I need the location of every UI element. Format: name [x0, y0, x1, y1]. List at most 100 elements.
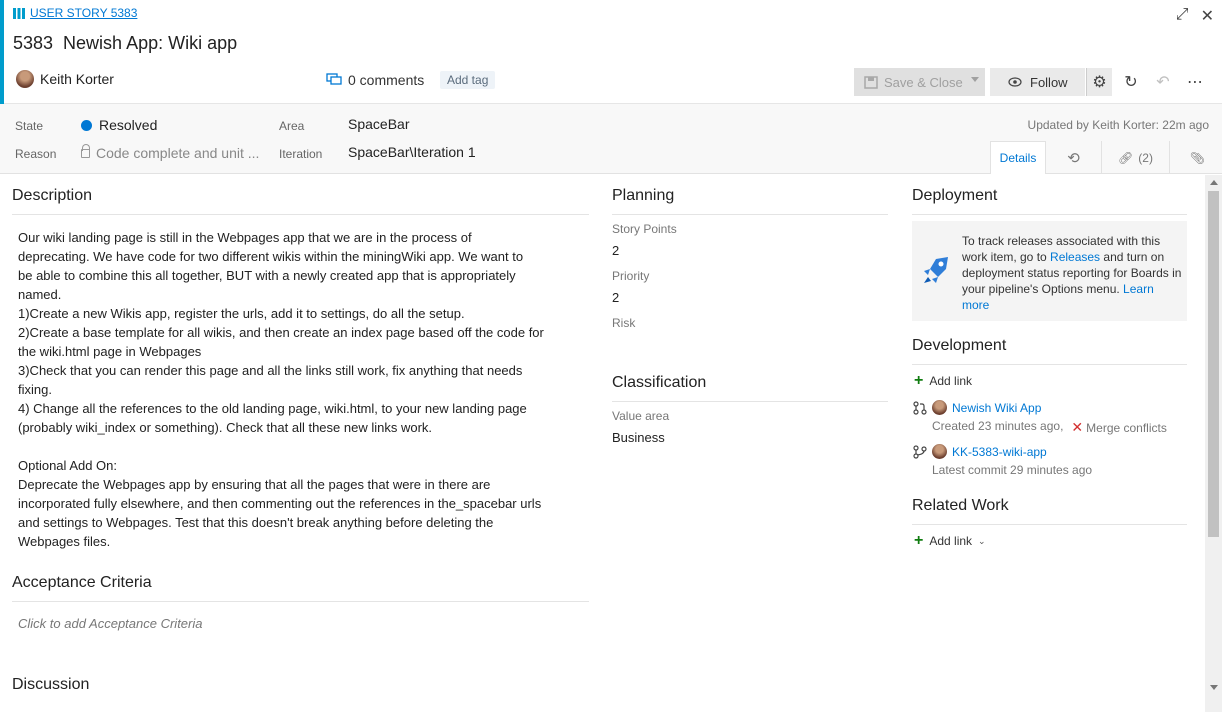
scrollbar-thumb[interactable] — [1208, 191, 1219, 537]
description-line: Webpages files. — [18, 534, 111, 549]
links-count: (2) — [1138, 150, 1153, 165]
chevron-down-icon[interactable] — [971, 77, 979, 82]
pull-request-link[interactable]: Newish Wiki App — [952, 401, 1041, 415]
description-field[interactable]: Our wiki landing page is still in the We… — [18, 228, 584, 551]
related-add-link-button[interactable]: + Add link ⌄ — [914, 532, 986, 549]
reason-value: Code complete and unit ... — [96, 145, 260, 161]
story-points-label: Story Points — [612, 222, 677, 236]
scroll-up-arrow-icon[interactable] — [1210, 180, 1218, 185]
description-line: and settings to Webpages. Test that this… — [18, 515, 494, 530]
description-line: be able to combine this all together, BU… — [18, 268, 516, 283]
deployment-text: To track releases associated with this w… — [962, 233, 1182, 313]
avatar — [932, 400, 947, 415]
priority-field[interactable]: 2 — [612, 290, 619, 305]
error-x-icon: ✕ — [1071, 419, 1084, 435]
work-item-title-text[interactable]: Newish App: Wiki app — [63, 33, 237, 54]
ellipsis-icon: ⋯ — [1187, 74, 1203, 91]
eye-icon — [1008, 77, 1022, 87]
close-icon[interactable]: ✕ — [1201, 6, 1214, 26]
comments-count: 0 comments — [348, 72, 425, 88]
deployment-header[interactable]: Deployment — [912, 187, 1187, 215]
vertical-scrollbar[interactable] — [1205, 175, 1222, 712]
link-icon: 🔗︎ — [1118, 150, 1134, 165]
updated-by-text[interactable]: Updated by Keith Korter: 22m ago — [1028, 118, 1209, 132]
area-field[interactable]: SpaceBar — [348, 116, 409, 132]
pull-request-meta: Created 23 minutes ago, — [932, 419, 1064, 433]
description-header[interactable]: Description — [12, 187, 589, 215]
value-area-field[interactable]: Business — [612, 430, 665, 445]
area-label: Area — [279, 119, 305, 133]
work-item-type-color-bar — [0, 0, 4, 104]
refresh-icon: ↻ — [1124, 74, 1138, 91]
add-tag-button[interactable]: Add tag — [440, 71, 496, 89]
priority-label: Priority — [612, 269, 650, 283]
description-line: named. — [18, 287, 62, 302]
save-close-button[interactable]: Save & Close — [854, 68, 985, 96]
development-add-link-button[interactable]: + Add link — [914, 373, 972, 389]
avatar — [16, 70, 34, 88]
undo-button[interactable]: ↶ — [1150, 68, 1176, 96]
merge-status: ✕ Merge conflicts — [1071, 419, 1166, 436]
tab-details[interactable]: Details — [990, 141, 1046, 174]
description-line: Our wiki landing page is still in the We… — [18, 230, 472, 245]
planning-header[interactable]: Planning — [612, 187, 888, 215]
description-line: (probably wiki_index or something). Chec… — [18, 420, 433, 435]
work-item-type-label[interactable]: USER STORY 5383 — [30, 6, 137, 20]
work-item-type-link[interactable]: USER STORY 5383 — [13, 6, 137, 20]
reason-field: Code complete and unit ... — [81, 144, 260, 161]
lock-icon — [81, 144, 90, 158]
story-points-field[interactable]: 2 — [612, 243, 619, 258]
settings-button[interactable]: ⚙ — [1086, 68, 1112, 96]
branch-icon — [913, 444, 927, 459]
assignee-name: Keith Korter — [40, 71, 114, 87]
discussion-header[interactable]: Discussion — [12, 676, 589, 703]
iteration-label: Iteration — [279, 147, 323, 161]
refresh-button[interactable]: ↻ — [1118, 68, 1144, 96]
related-work-header[interactable]: Related Work — [912, 497, 1187, 525]
book-icon — [13, 7, 25, 19]
chevron-down-icon: ⌄ — [978, 535, 986, 546]
avatar — [932, 444, 947, 459]
tab-attachments[interactable]: 📎︎ — [1170, 141, 1222, 174]
expand-icon[interactable]: ⤢ — [1176, 6, 1189, 26]
more-actions-button[interactable]: ⋯ — [1182, 68, 1208, 96]
description-line — [18, 437, 584, 456]
branch-link[interactable]: KK-5383-wiki-app — [952, 445, 1047, 459]
rocket-icon — [924, 257, 948, 283]
save-close-label: Save & Close — [884, 74, 963, 90]
description-line: fixing. — [18, 382, 52, 397]
pull-request-icon — [913, 400, 927, 415]
work-item-title[interactable]: 5383 Newish App: Wiki app — [13, 33, 237, 54]
scroll-down-arrow-icon[interactable] — [1210, 685, 1218, 690]
gear-icon: ⚙ — [1092, 74, 1107, 91]
tab-bar: Details ⟲ 🔗︎ (2) 📎︎ — [990, 141, 1222, 174]
description-line: 2)Create a base template for all wikis, … — [18, 325, 544, 340]
state-field[interactable]: Resolved — [81, 117, 157, 133]
undo-icon: ↶ — [1156, 74, 1170, 91]
classification-header[interactable]: Classification — [612, 374, 888, 402]
work-item-id: 5383 — [13, 33, 54, 53]
development-header[interactable]: Development — [912, 337, 1187, 365]
merge-status-text: Merge conflicts — [1086, 421, 1167, 435]
acceptance-criteria-header[interactable]: Acceptance Criteria — [12, 574, 589, 602]
tab-links[interactable]: 🔗︎ (2) — [1102, 141, 1170, 174]
iteration-field[interactable]: SpaceBar\Iteration 1 — [348, 144, 476, 160]
work-item-header: USER STORY 5383 ⤢ ✕ 5383 Newish App: Wik… — [0, 0, 1222, 104]
branch-meta: Latest commit 29 minutes ago — [932, 463, 1093, 477]
state-dot-icon — [81, 120, 92, 131]
releases-link[interactable]: Releases — [1050, 250, 1100, 264]
description-line: incorporated fully elsewhere, and then c… — [18, 496, 542, 511]
tab-history[interactable]: ⟲ — [1046, 141, 1102, 174]
assigned-to-field[interactable]: Keith Korter — [16, 70, 114, 88]
plus-icon: + — [914, 532, 924, 549]
description-line: 3)Check that you can render this page an… — [18, 363, 523, 378]
follow-label: Follow — [1030, 74, 1068, 90]
comments-link[interactable]: 0 comments — [326, 72, 424, 88]
state-label: State — [15, 119, 44, 133]
state-value: Resolved — [99, 117, 158, 133]
paperclip-icon: 📎︎ — [1189, 150, 1206, 165]
follow-button[interactable]: Follow — [990, 68, 1085, 96]
risk-field[interactable] — [612, 335, 882, 351]
acceptance-criteria-field[interactable]: Click to add Acceptance Criteria — [18, 616, 203, 631]
description-line: deprecating. We have code for two differ… — [18, 249, 524, 264]
